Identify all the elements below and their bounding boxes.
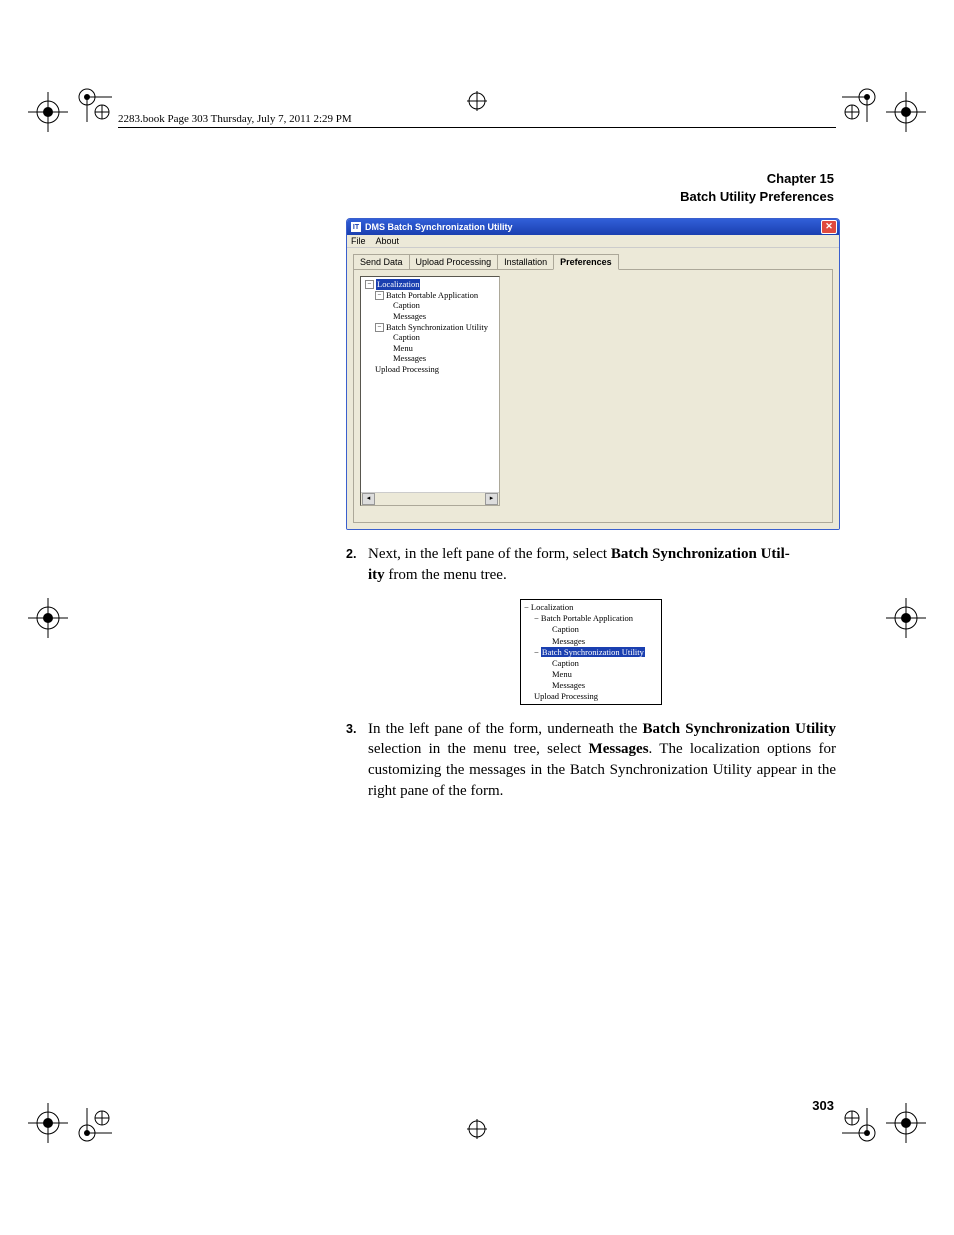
- registration-mark-icon: [886, 1103, 926, 1143]
- registration-mark-icon: [28, 92, 68, 132]
- crop-mark-icon: [78, 1108, 112, 1147]
- tab-preferences[interactable]: Preferences: [553, 254, 619, 270]
- crop-mark-icon: [464, 1116, 490, 1147]
- close-icon[interactable]: ✕: [821, 220, 837, 234]
- crop-mark-icon: [842, 1108, 876, 1147]
- step-text: In the left pane of the form, underneath…: [368, 719, 836, 802]
- step-number: 2.: [346, 544, 368, 585]
- tree-node-upload-processing[interactable]: Upload Processing: [375, 364, 495, 375]
- registration-mark-icon: [28, 1103, 68, 1143]
- horizontal-scrollbar[interactable]: ◂ ▸: [361, 492, 499, 505]
- step-number: 3.: [346, 719, 368, 802]
- tree-node-caption: Caption: [552, 624, 658, 635]
- tree-node-messages: Messages: [552, 636, 658, 647]
- tree-node-caption[interactable]: Caption: [393, 300, 495, 311]
- crop-mark-icon: [464, 88, 490, 119]
- crop-mark-icon: [842, 88, 876, 127]
- collapse-icon[interactable]: −: [365, 280, 374, 289]
- tab-strip: Send Data Upload Processing Installation…: [353, 254, 833, 269]
- collapse-icon[interactable]: −: [375, 291, 384, 300]
- tab-installation[interactable]: Installation: [497, 254, 554, 269]
- tree-node-localization[interactable]: Localization: [376, 279, 420, 290]
- tree-node-bpa[interactable]: Batch Portable Application: [386, 290, 478, 301]
- tree-node-messages: Messages: [552, 680, 658, 691]
- localization-tree: −Localization −Batch Portable Applicatio…: [361, 277, 499, 377]
- tree-figure: − Localization − Batch Portable Applicat…: [520, 599, 662, 704]
- page-number: 303: [812, 1098, 834, 1113]
- tree-node-localization: Localization: [531, 602, 573, 612]
- registration-mark-icon: [886, 598, 926, 638]
- crop-mark-icon: [78, 88, 112, 127]
- menu-about[interactable]: About: [376, 236, 400, 246]
- tab-upload-processing[interactable]: Upload Processing: [409, 254, 499, 269]
- step-2: 2. Next, in the left pane of the form, s…: [346, 544, 836, 585]
- collapse-icon[interactable]: −: [375, 323, 384, 332]
- chapter-header: Chapter 15 Batch Utility Preferences: [680, 170, 834, 205]
- tree-node-caption[interactable]: Caption: [393, 332, 495, 343]
- tree-node-menu: Menu: [552, 669, 658, 680]
- header-tag: 2283.book Page 303 Thursday, July 7, 201…: [118, 113, 352, 125]
- tree-node-bsu-selected: Batch Synchronization Utility: [541, 647, 645, 657]
- tree-node-menu[interactable]: Menu: [393, 343, 495, 354]
- collapse-icon: −: [534, 647, 539, 657]
- tab-send-data[interactable]: Send Data: [353, 254, 410, 269]
- tree-pane: −Localization −Batch Portable Applicatio…: [360, 276, 500, 506]
- registration-mark-icon: [28, 598, 68, 638]
- titlebar: IT DMS Batch Synchronization Utility ✕: [347, 219, 839, 235]
- app-window: IT DMS Batch Synchronization Utility ✕ F…: [346, 218, 840, 530]
- app-icon: IT: [351, 222, 361, 232]
- tab-panel-preferences: −Localization −Batch Portable Applicatio…: [353, 269, 833, 523]
- step-3: 3. In the left pane of the form, underne…: [346, 719, 836, 802]
- tree-node-bsu[interactable]: Batch Synchronization Utility: [386, 322, 488, 333]
- registration-mark-icon: [886, 92, 926, 132]
- tree-node-upload-processing: Upload Processing: [534, 691, 658, 702]
- step-text: Next, in the left pane of the form, sele…: [368, 544, 836, 585]
- collapse-icon: −: [534, 613, 539, 623]
- menubar: File About: [347, 235, 839, 248]
- tree-node-messages[interactable]: Messages: [393, 353, 495, 364]
- scroll-left-icon[interactable]: ◂: [362, 493, 375, 505]
- tree-node-caption: Caption: [552, 658, 658, 669]
- scroll-right-icon[interactable]: ▸: [485, 493, 498, 505]
- chapter-number: Chapter 15: [680, 170, 834, 188]
- menu-file[interactable]: File: [351, 236, 366, 246]
- tree-node-bpa: Batch Portable Application: [541, 613, 633, 623]
- collapse-icon: −: [524, 602, 529, 612]
- window-title: DMS Batch Synchronization Utility: [365, 222, 513, 232]
- chapter-title: Batch Utility Preferences: [680, 188, 834, 206]
- tree-node-messages[interactable]: Messages: [393, 311, 495, 322]
